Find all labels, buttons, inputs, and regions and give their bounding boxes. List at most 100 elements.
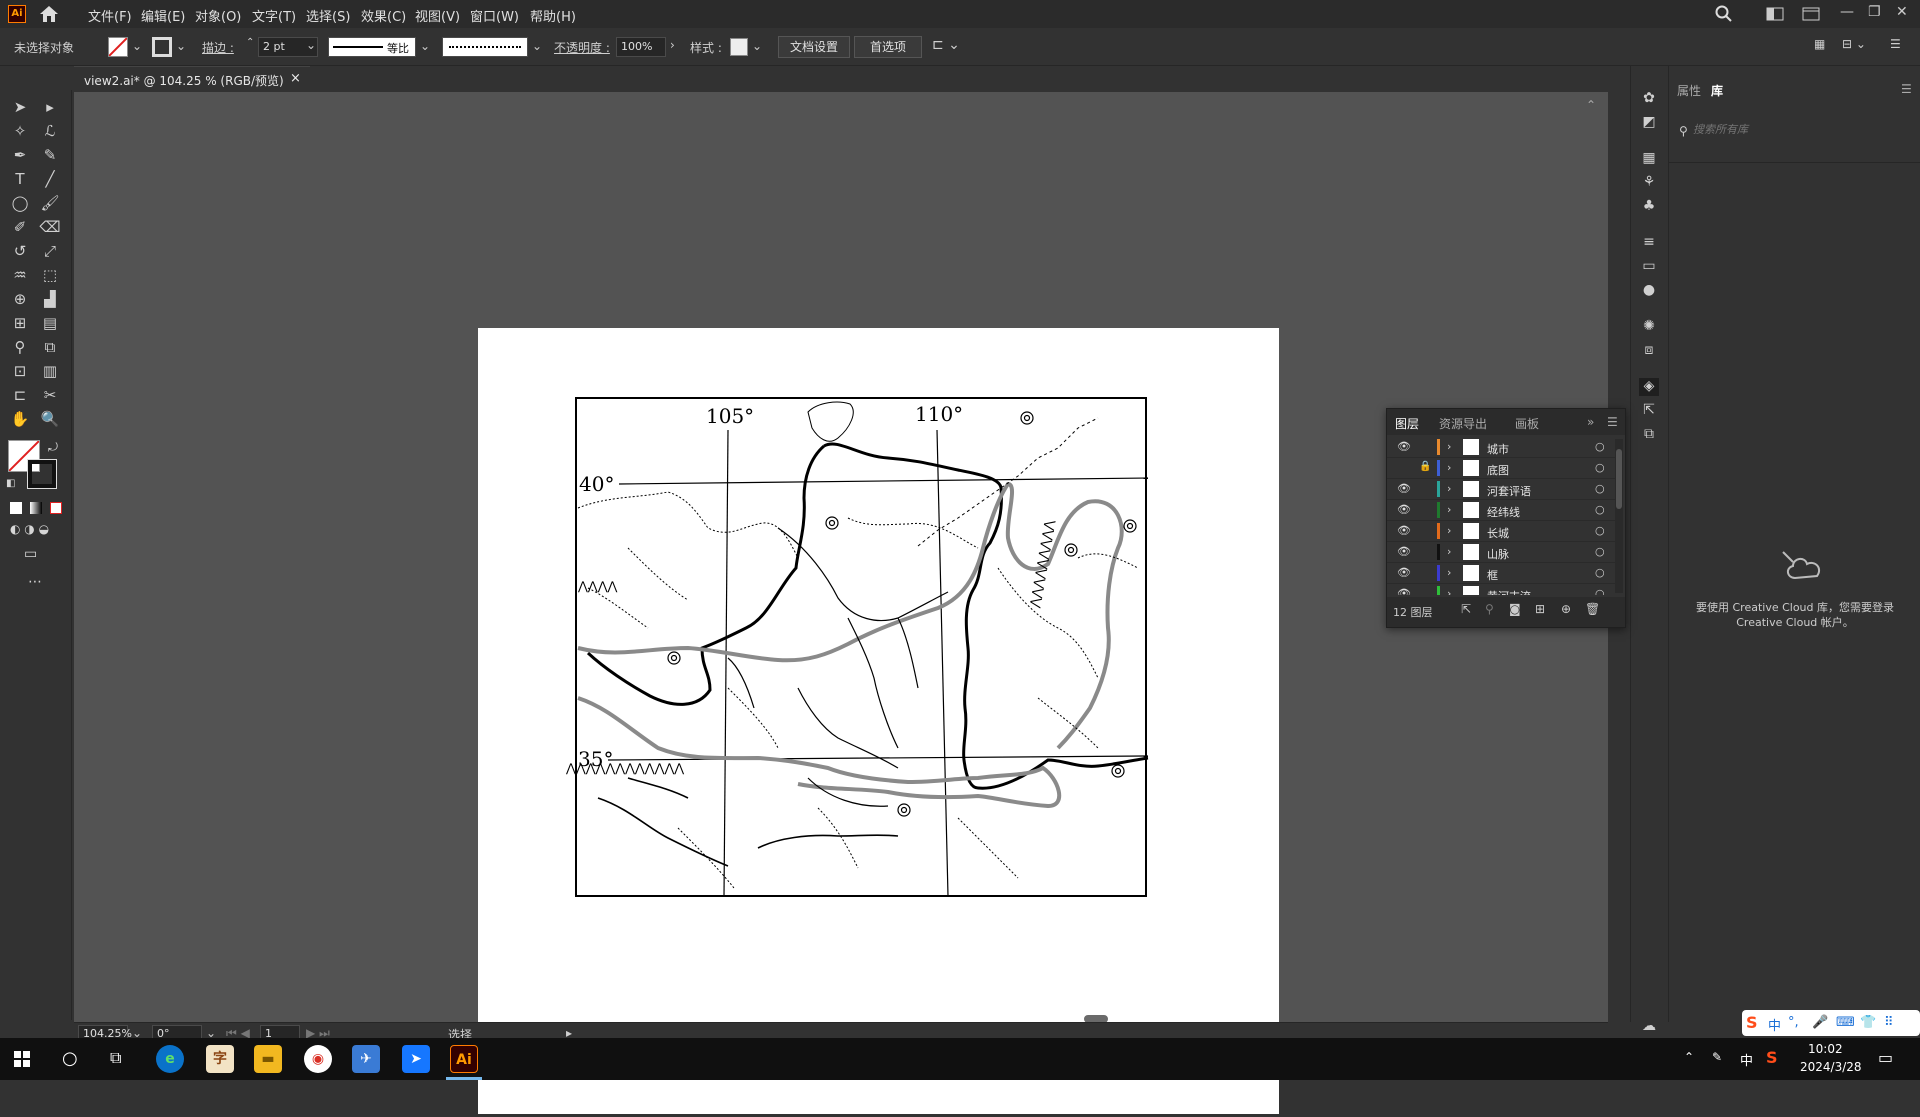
eraser-icon[interactable]: ⌫ — [38, 216, 62, 238]
image-trace-icon[interactable]: ⧈ — [1639, 342, 1659, 360]
new-layer-icon[interactable]: ⊕ — [1561, 602, 1571, 616]
layer-name[interactable]: 城市 — [1487, 441, 1509, 457]
slice-tool-icon[interactable]: ✂ — [38, 384, 62, 406]
line-tool-icon[interactable]: ╱ — [38, 168, 62, 190]
collect-export-icon[interactable]: ⇱ — [1461, 602, 1471, 616]
default-colors-icon[interactable]: ◧ — [6, 478, 15, 489]
document-setup-button[interactable]: 文档设置 — [778, 36, 850, 58]
tab-library[interactable]: 库 — [1711, 82, 1723, 99]
menu-file[interactable]: 文件(F) — [88, 6, 132, 25]
style-dropdown-icon[interactable]: ⌄ — [752, 39, 762, 53]
color-mode-icon[interactable] — [10, 502, 22, 514]
arrange-documents-icon[interactable] — [1802, 7, 1820, 21]
preferences-button[interactable]: 首选项 — [854, 36, 922, 58]
paintbrush-icon[interactable]: 🖌 — [38, 192, 62, 214]
stroke-weight-dropdown-icon[interactable]: ⌄ — [306, 38, 316, 52]
column-graph-icon[interactable]: ▥ — [38, 360, 62, 382]
mesh-tool-icon[interactable]: ⊞ — [8, 312, 32, 334]
layer-target-icon[interactable]: ○ — [1595, 587, 1605, 595]
layer-target-icon[interactable]: ○ — [1595, 545, 1605, 558]
close-tab-icon[interactable]: × — [290, 71, 301, 86]
layer-name[interactable]: 底图 — [1487, 462, 1509, 478]
pen-tray-icon[interactable]: ✎ — [1712, 1050, 1722, 1064]
pen-tool-icon[interactable]: ✒ — [8, 144, 32, 166]
layer-target-icon[interactable]: ○ — [1595, 482, 1605, 495]
swap-colors-icon[interactable]: ⤾ — [48, 440, 58, 455]
layer-name[interactable]: 长城 — [1487, 525, 1509, 541]
visibility-eye-icon[interactable]: 👁 — [1397, 587, 1411, 595]
tab-properties[interactable]: 属性 — [1677, 82, 1701, 99]
sogou-logo-icon[interactable]: S — [1746, 1013, 1758, 1032]
visibility-eye-icon[interactable]: 👁 — [1397, 503, 1411, 516]
layers-menu-icon[interactable]: ☰ — [1607, 415, 1618, 429]
asset-export-icon[interactable]: ⇱ — [1639, 402, 1659, 420]
expand-layer-icon[interactable]: › — [1447, 587, 1451, 595]
selection-tool-icon[interactable]: ➤ — [8, 96, 32, 118]
curvature-tool-icon[interactable]: ✎ — [38, 144, 62, 166]
layer-target-icon[interactable]: ○ — [1595, 524, 1605, 537]
swatches-icon[interactable]: ▦ — [1639, 150, 1659, 168]
ime-voice-icon[interactable]: 🎤 — [1812, 1015, 1828, 1030]
layer-target-icon[interactable]: ○ — [1595, 440, 1605, 453]
stroke-panel-icon[interactable]: ≡ — [1639, 234, 1659, 252]
artboard[interactable]: 105° 110° 40° 35° ⋀⋀⋀⋀ ⋀⋀⋀⋀⋀⋀⋀⋀⋀⋀⋀⋀ ⋀⋀⋀⋀… — [478, 328, 1279, 1114]
symbols-icon[interactable]: ♣ — [1639, 198, 1659, 216]
layers-scroll-thumb[interactable] — [1616, 449, 1622, 509]
layer-name[interactable]: 山脉 — [1487, 546, 1509, 562]
minimize-button[interactable]: — — [1840, 4, 1854, 20]
lasso-icon[interactable]: ℒ — [38, 120, 62, 142]
stroke-label[interactable]: 描边 : — [202, 39, 234, 56]
layer-name[interactable]: 河套评语 — [1487, 483, 1531, 499]
panel-toggle-icon[interactable]: ▦ — [1814, 37, 1825, 51]
search-icon[interactable] — [1715, 5, 1733, 23]
clock-time[interactable]: 10:02 — [1808, 1042, 1843, 1056]
color-guide-icon[interactable]: ✿ — [1639, 90, 1659, 108]
workspace-icon[interactable] — [1766, 7, 1784, 21]
shaper-tool-icon[interactable]: ✐ — [8, 216, 32, 238]
menu-type[interactable]: 文字(T) — [252, 6, 296, 25]
illustrator-taskbar-icon[interactable]: Ai — [450, 1045, 478, 1073]
canvas[interactable]: 105° 110° 40° 35° ⋀⋀⋀⋀ ⋀⋀⋀⋀⋀⋀⋀⋀⋀⋀⋀⋀ ⋀⋀⋀⋀… — [74, 92, 1608, 1114]
tab-artboards[interactable]: 画板 — [1515, 415, 1539, 432]
opacity-input[interactable]: 100% — [616, 37, 666, 57]
layer-row[interactable]: 👁 › 黄河支流 ○ — [1387, 584, 1615, 595]
scale-tool-icon[interactable]: ⤢ — [38, 240, 62, 262]
layer-row[interactable]: 👁 › 框 ○ — [1387, 563, 1615, 584]
layer-name[interactable]: 黄河支流 — [1487, 588, 1531, 595]
delete-layer-icon[interactable]: 🗑 — [1585, 602, 1600, 616]
ime-skin-icon[interactable]: 👕 — [1860, 1015, 1876, 1030]
tab-asset-export[interactable]: 资源导出 — [1439, 415, 1487, 432]
layers-scrollbar[interactable] — [1615, 439, 1623, 593]
gradient-tool-icon[interactable]: ▤ — [38, 312, 62, 334]
brush-definition[interactable] — [442, 37, 528, 57]
fill-swatch[interactable] — [108, 37, 128, 57]
visibility-eye-icon[interactable]: 👁 — [1397, 545, 1411, 558]
layer-row[interactable]: 👁 › 山脉 ○ — [1387, 542, 1615, 563]
notification-icon[interactable]: ▭ — [1878, 1048, 1893, 1067]
profile-dropdown-icon[interactable]: ⌄ — [420, 39, 430, 53]
layer-row[interactable]: 👁 › 城市 ○ — [1387, 437, 1615, 458]
chrome-browser-icon[interactable]: ◉ — [304, 1045, 332, 1073]
dictionary-app-icon[interactable]: 字 — [206, 1045, 234, 1073]
expand-layer-icon[interactable]: › — [1447, 566, 1451, 579]
ime-punctuation[interactable]: °, — [1788, 1015, 1799, 1030]
ellipse-tool-icon[interactable]: ◯ — [8, 192, 32, 214]
artboard-tool-icon[interactable]: ⊏ — [8, 384, 32, 406]
artboards-panel-icon[interactable]: ⧉ — [1639, 426, 1659, 444]
task-view-icon[interactable]: ⧉ — [110, 1048, 121, 1068]
visibility-eye-icon[interactable]: 👁 — [1397, 524, 1411, 537]
visibility-eye-icon[interactable]: 👁 — [1397, 482, 1411, 495]
new-sublayer-icon[interactable]: ⊞ — [1535, 602, 1545, 616]
blend-tool-icon[interactable]: ⧉ — [38, 336, 62, 358]
map-artwork[interactable]: 105° 110° 40° 35° ⋀⋀⋀⋀ ⋀⋀⋀⋀⋀⋀⋀⋀⋀⋀⋀⋀ ⋀⋀⋀⋀… — [478, 328, 1279, 1114]
expand-layer-icon[interactable]: › — [1447, 545, 1451, 558]
eyedropper-icon[interactable]: ⚲ — [8, 336, 32, 358]
edge-browser-icon[interactable]: e — [156, 1045, 184, 1073]
brushes-icon[interactable]: ⚘ — [1639, 174, 1659, 192]
warp-tool-icon[interactable]: ♒ — [8, 264, 32, 286]
menu-select[interactable]: 选择(S) — [306, 6, 350, 25]
menu-help[interactable]: 帮助(H) — [530, 6, 576, 25]
document-tab[interactable]: view2.ai* @ 104.25 % (RGB/预览) × — [74, 66, 310, 92]
hand-tool-icon[interactable]: ✋ — [8, 408, 32, 430]
none-mode-icon[interactable] — [50, 502, 62, 514]
